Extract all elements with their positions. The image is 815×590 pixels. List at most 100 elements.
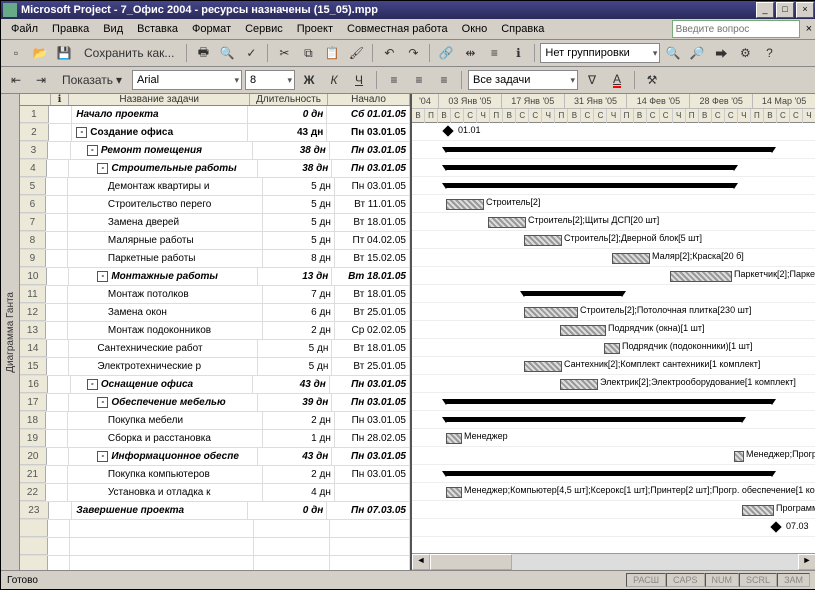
- new-icon[interactable]: ▫: [5, 42, 27, 64]
- task-bar[interactable]: [604, 343, 620, 354]
- filter-combo[interactable]: Все задачи: [468, 70, 578, 90]
- zoom-in-icon[interactable]: 🔍: [662, 42, 684, 64]
- help-icon[interactable]: ?: [758, 42, 780, 64]
- bold-icon[interactable]: Ж: [298, 69, 320, 91]
- col-name[interactable]: Название задачи: [69, 94, 250, 105]
- cut-icon[interactable]: ✂: [273, 42, 295, 64]
- table-row[interactable]: 1Начало проекта0 днСб 01.01.05: [20, 106, 410, 124]
- link-icon[interactable]: 🔗: [435, 42, 457, 64]
- menu-view[interactable]: Вид: [97, 21, 129, 37]
- wizard-icon[interactable]: ⚙: [734, 42, 756, 64]
- italic-icon[interactable]: К: [323, 69, 345, 91]
- collapse-toggle[interactable]: -: [87, 145, 98, 156]
- menu-window[interactable]: Окно: [456, 21, 494, 37]
- table-row[interactable]: 5Демонтаж квартиры и5 днПн 03.01.05: [20, 178, 410, 196]
- menu-insert[interactable]: Вставка: [131, 21, 184, 37]
- table-row[interactable]: 12Замена окон6 днВт 25.01.05: [20, 304, 410, 322]
- task-bar[interactable]: [560, 379, 598, 390]
- table-row[interactable]: 8Малярные работы5 днПт 04.02.05: [20, 232, 410, 250]
- task-bar[interactable]: [734, 451, 744, 462]
- spell-icon[interactable]: ✓: [240, 42, 262, 64]
- summary-bar[interactable]: [446, 165, 734, 170]
- summary-bar[interactable]: [446, 399, 772, 404]
- table-row[interactable]: 13Монтаж подоконников2 днСр 02.02.05: [20, 322, 410, 340]
- menu-tools[interactable]: Сервис: [239, 21, 289, 37]
- task-bar[interactable]: [524, 307, 578, 318]
- preview-icon[interactable]: 🔍: [216, 42, 238, 64]
- format-painter-icon[interactable]: 🖌: [345, 42, 367, 64]
- table-row[interactable]: 2-Создание офиса43 днПн 03.01.05: [20, 124, 410, 142]
- unlink-icon[interactable]: ⇹: [459, 42, 481, 64]
- autofilter-icon[interactable]: ∇: [581, 69, 603, 91]
- collapse-toggle[interactable]: -: [76, 127, 87, 138]
- show-button[interactable]: Показать ▾: [55, 69, 129, 91]
- task-bar[interactable]: [524, 361, 562, 372]
- goto-icon[interactable]: ⮕: [710, 42, 732, 64]
- copy-icon[interactable]: ⧉: [297, 42, 319, 64]
- task-bar[interactable]: [446, 433, 462, 444]
- collapse-toggle[interactable]: -: [87, 379, 98, 390]
- save-icon[interactable]: 💾: [53, 42, 75, 64]
- grouping-combo[interactable]: Нет группировки: [540, 43, 660, 63]
- menu-help[interactable]: Справка: [495, 21, 550, 37]
- task-bar[interactable]: [446, 487, 462, 498]
- table-row[interactable]: 7Замена дверей5 днВт 18.01.05: [20, 214, 410, 232]
- underline-icon[interactable]: Ч: [348, 69, 370, 91]
- task-bar[interactable]: [488, 217, 526, 228]
- tools-icon[interactable]: ⚒: [641, 69, 663, 91]
- redo-icon[interactable]: ↷: [402, 42, 424, 64]
- col-duration[interactable]: Длительность: [250, 94, 328, 105]
- minimize-button[interactable]: _: [756, 2, 774, 18]
- task-bar[interactable]: [670, 271, 732, 282]
- table-row[interactable]: 4-Строительные работы38 днПн 03.01.05: [20, 160, 410, 178]
- col-start[interactable]: Начало: [328, 94, 410, 105]
- align-center-icon[interactable]: ≡: [408, 69, 430, 91]
- table-row[interactable]: 11Монтаж потолков7 днВт 18.01.05: [20, 286, 410, 304]
- menu-format[interactable]: Формат: [186, 21, 237, 37]
- table-row[interactable]: 10-Монтажные работы13 днВт 18.01.05: [20, 268, 410, 286]
- milestone-icon[interactable]: [442, 125, 453, 136]
- summary-bar[interactable]: [446, 183, 734, 188]
- table-row[interactable]: 6Строительство перего5 днВт 11.01.05: [20, 196, 410, 214]
- collapse-toggle[interactable]: -: [97, 397, 108, 408]
- align-right-icon[interactable]: ≡: [433, 69, 455, 91]
- table-row[interactable]: 23Завершение проекта0 днПн 07.03.05: [20, 502, 410, 520]
- summary-bar[interactable]: [446, 147, 772, 152]
- menu-project[interactable]: Проект: [291, 21, 339, 37]
- close-button[interactable]: ×: [796, 2, 814, 18]
- collapse-toggle[interactable]: -: [97, 271, 108, 282]
- zoom-out-icon[interactable]: 🔎: [686, 42, 708, 64]
- table-row[interactable]: 19Сборка и расстановка1 днПн 28.02.05: [20, 430, 410, 448]
- task-bar[interactable]: [446, 199, 484, 210]
- maximize-button[interactable]: □: [776, 2, 794, 18]
- split-icon[interactable]: ≡: [483, 42, 505, 64]
- table-row[interactable]: 21Покупка компьютеров2 днПн 03.01.05: [20, 466, 410, 484]
- paste-icon[interactable]: 📋: [321, 42, 343, 64]
- menu-collab[interactable]: Совместная работа: [341, 21, 454, 37]
- font-combo[interactable]: Arial: [132, 70, 242, 90]
- menu-edit[interactable]: Правка: [46, 21, 95, 37]
- summary-bar[interactable]: [524, 291, 622, 296]
- summary-bar[interactable]: [446, 471, 772, 476]
- table-row[interactable]: 20-Информационное обеспе43 днПн 03.01.05: [20, 448, 410, 466]
- col-info[interactable]: ℹ: [51, 94, 70, 105]
- summary-bar[interactable]: [446, 417, 742, 422]
- view-bar[interactable]: Диаграмма Ганта: [1, 94, 20, 570]
- fontsize-combo[interactable]: 8: [245, 70, 295, 90]
- font-color-icon[interactable]: A: [606, 69, 628, 91]
- col-rownum[interactable]: [20, 94, 51, 105]
- doc-close-button[interactable]: ×: [806, 23, 812, 35]
- table-row[interactable]: 14Сантехнические работ5 днВт 18.01.05: [20, 340, 410, 358]
- table-row[interactable]: 22Установка и отладка к4 дн: [20, 484, 410, 502]
- task-bar[interactable]: [612, 253, 650, 264]
- align-left-icon[interactable]: ≡: [383, 69, 405, 91]
- outdent-icon[interactable]: ⇤: [5, 69, 27, 91]
- print-icon[interactable]: 🖶: [192, 42, 214, 64]
- task-bar[interactable]: [524, 235, 562, 246]
- undo-icon[interactable]: ↶: [378, 42, 400, 64]
- table-row[interactable]: 9Паркетные работы8 днВт 15.02.05: [20, 250, 410, 268]
- info-icon[interactable]: ℹ: [507, 42, 529, 64]
- table-row[interactable]: 15Электротехнические р5 днВт 25.01.05: [20, 358, 410, 376]
- open-icon[interactable]: 📂: [29, 42, 51, 64]
- menu-file[interactable]: Файл: [5, 21, 44, 37]
